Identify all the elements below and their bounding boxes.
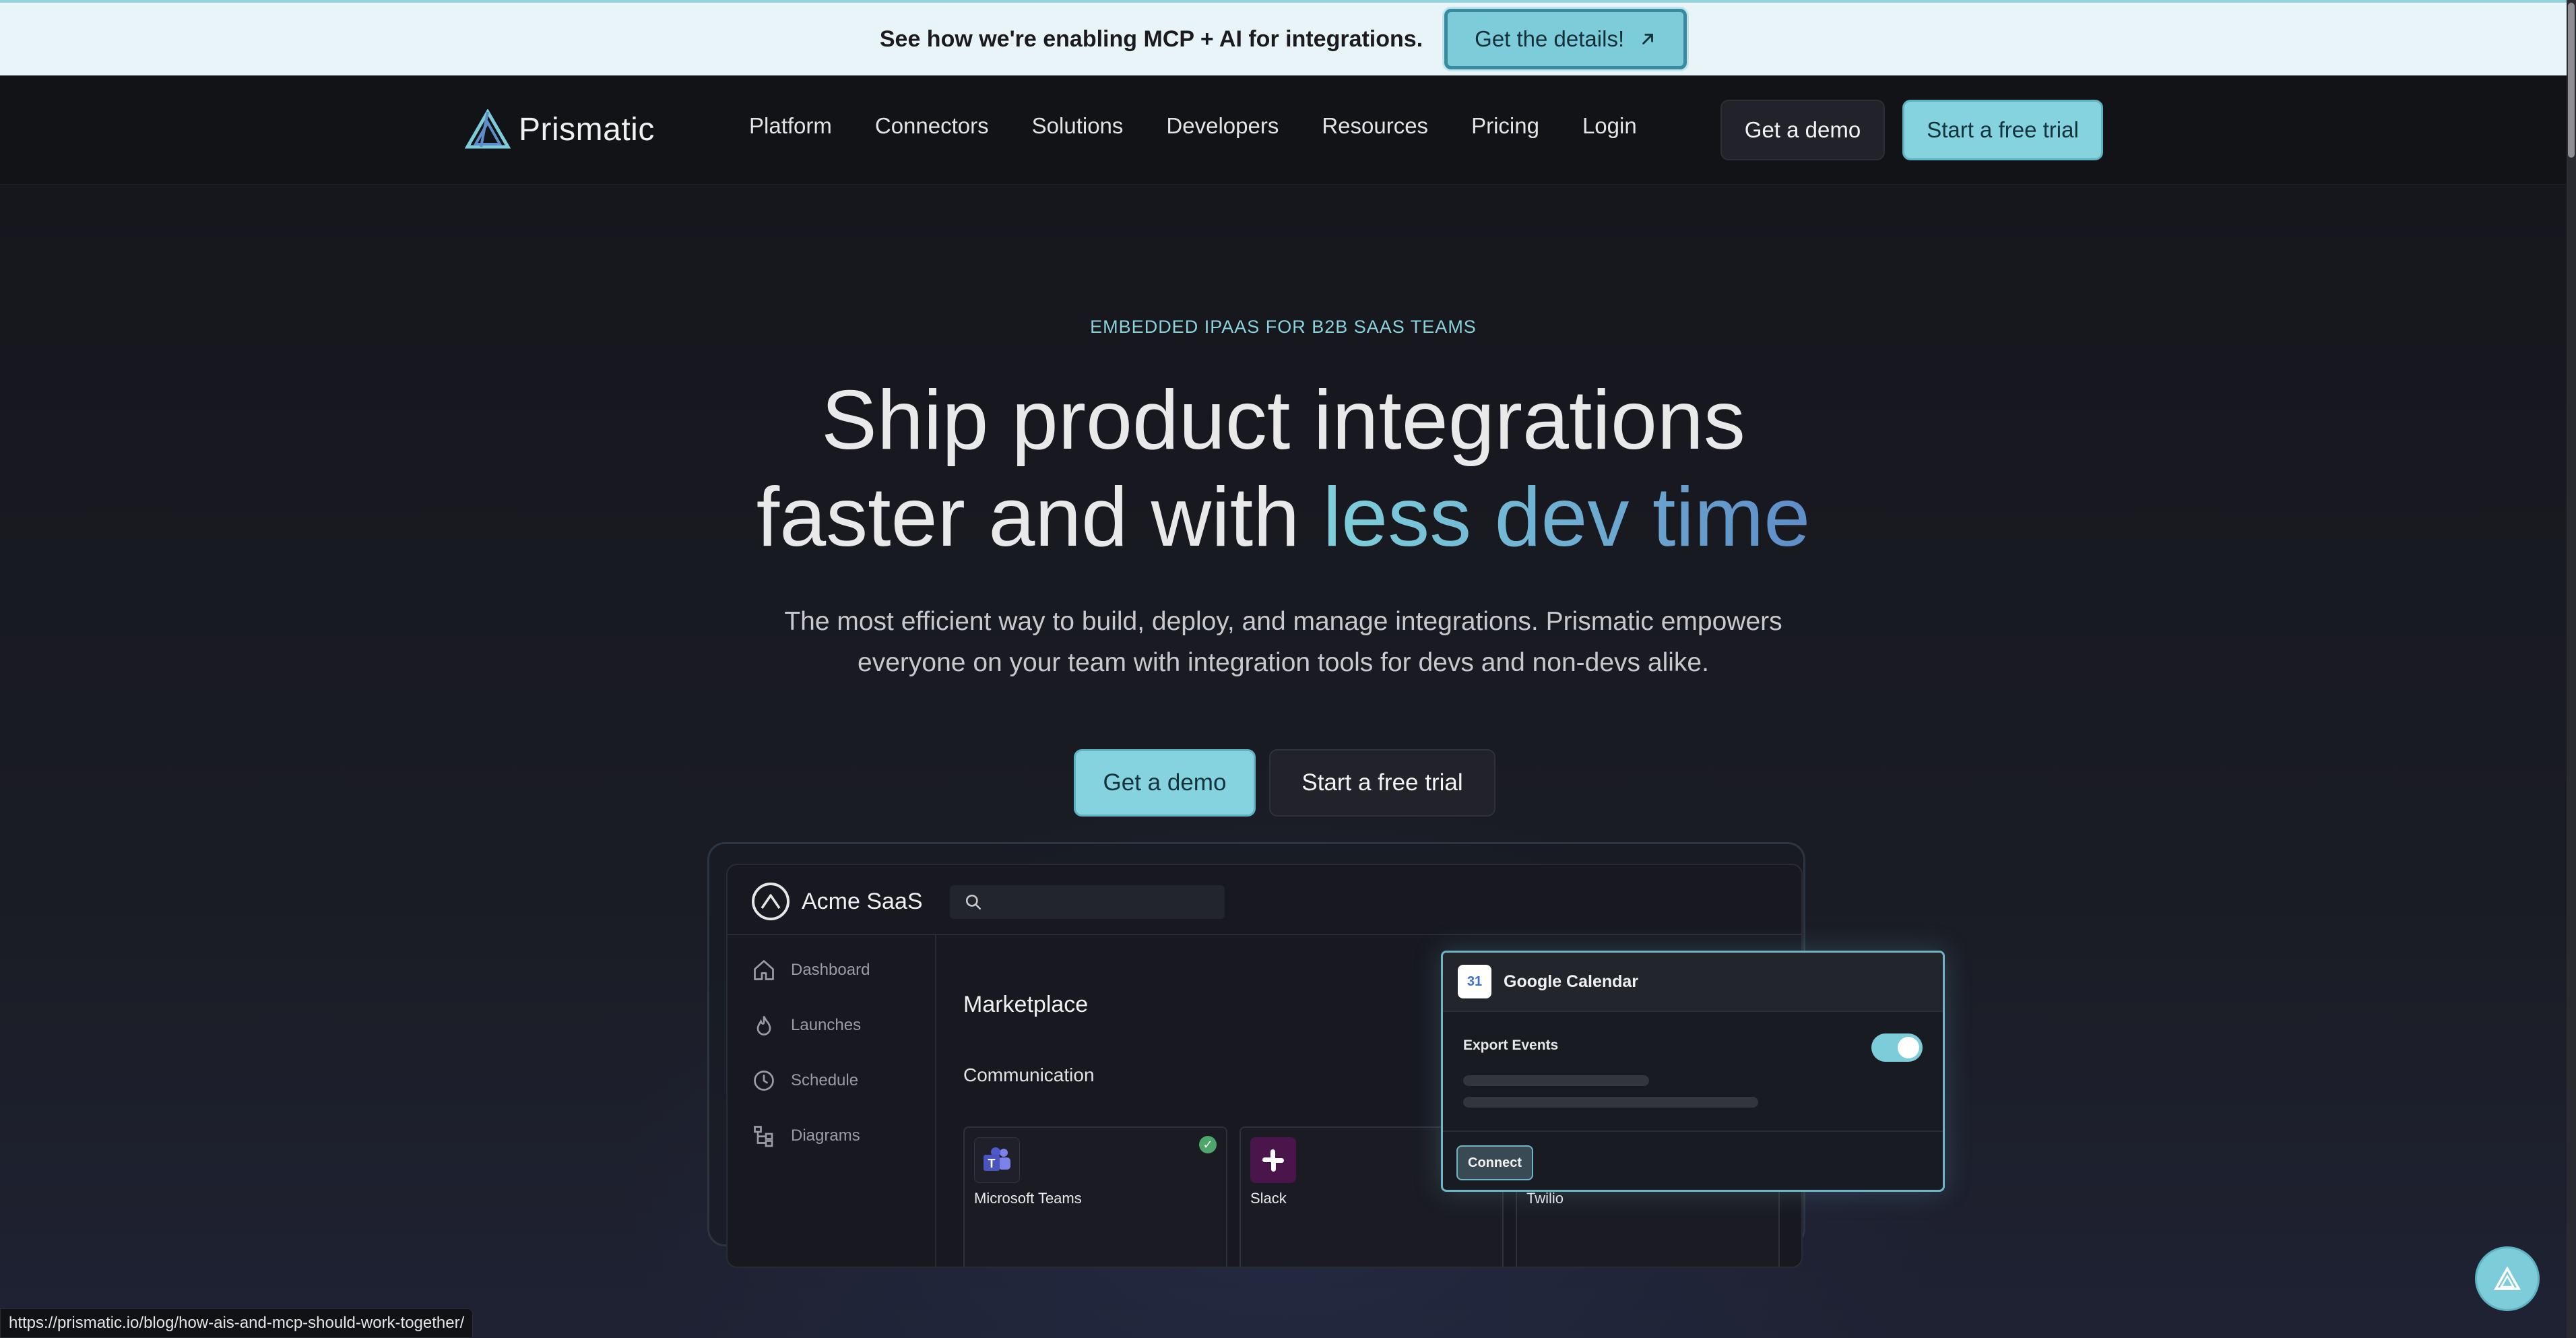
nav-link-login[interactable]: Login [1582,113,1637,139]
scrollbar-thumb[interactable] [2568,3,2575,158]
chat-launcher-button[interactable] [2475,1246,2540,1311]
get-details-button[interactable]: Get the details! [1444,9,1687,69]
prismatic-logo[interactable]: Prismatic [465,108,655,151]
hero-subhead: The most efficient way to build, deploy,… [784,607,1782,677]
mockup-logo: Acme SaaS [752,883,923,920]
placeholder-line [1463,1097,1758,1108]
main-nav: Prismatic Platform Connectors Solutions … [0,75,2567,185]
prismatic-logo-icon [465,109,511,149]
prismatic-chat-icon [2494,1267,2521,1290]
sidebar-item-label: Schedule [791,1071,859,1089]
home-icon [754,960,774,980]
nav-link-resources[interactable]: Resources [1322,113,1428,139]
banner-text: See how we're enabling MCP + AI for inte… [879,26,1423,52]
sidebar-item-label: Launches [791,1016,862,1034]
export-events-toggle[interactable] [1871,1033,1923,1062]
nav-link-pricing[interactable]: Pricing [1471,113,1539,139]
nav-links: Platform Connectors Solutions Developers… [749,113,1637,139]
headline-accent: less dev time [1322,471,1811,564]
toggle-knob [1898,1037,1919,1058]
mockup-search-input[interactable] [950,885,1225,919]
export-events-label: Export Events [1463,1038,1559,1053]
nav-link-connectors[interactable]: Connectors [875,113,989,139]
marketplace-title: Marketplace [963,992,1089,1017]
announcement-banner: See how we're enabling MCP + AI for inte… [0,0,2567,75]
hero-headline: Ship product integrations faster and wit… [0,372,2567,566]
clock-icon [754,1071,774,1091]
google-calendar-icon: 31 [1458,965,1491,998]
communication-section-title: Communication [963,1064,1095,1085]
nav-link-solutions[interactable]: Solutions [1032,113,1124,139]
connector-name: Twilio [1526,1190,1564,1207]
popover-title: Google Calendar [1504,971,1639,991]
popover-header: 31 Google Calendar [1443,953,1943,1012]
page-scrollbar[interactable] [2567,0,2576,1338]
headline-line-2: faster and with [756,471,1323,564]
hero-eyebrow: EMBEDDED IPAAS FOR B2B SAAS TEAMS [1090,317,1477,337]
headline-line-1: Ship product integrations [821,374,1745,467]
diagram-icon [754,1126,773,1147]
microsoft-teams-icon: T [974,1137,1020,1183]
get-details-label: Get the details! [1475,26,1625,51]
flame-icon [756,1015,771,1036]
sidebar-item-label: Dashboard [791,961,870,979]
hero-get-demo-button[interactable]: Get a demo [1074,749,1256,817]
sidebar-item-label: Diagrams [791,1126,860,1145]
nav-link-developers[interactable]: Developers [1166,113,1279,139]
svg-text:T: T [988,1157,996,1170]
slack-icon [1250,1137,1296,1183]
mockup-sidebar: Dashboard Launches Schedule Diagrams [728,935,936,1267]
logo-text: Prismatic [519,111,655,148]
placeholder-line [1463,1075,1649,1086]
sidebar-item-dashboard[interactable]: Dashboard [752,958,870,982]
sidebar-item-schedule[interactable]: Schedule [752,1069,858,1093]
acme-logo-icon [752,883,790,920]
nav-link-platform[interactable]: Platform [749,113,832,139]
status-bar-url: https://prismatic.io/blog/how-ais-and-mc… [0,1308,474,1338]
arrow-up-right-icon [1642,34,1654,44]
installed-check-icon: ✓ [1199,1136,1217,1153]
sidebar-item-diagrams[interactable]: Diagrams [752,1124,860,1148]
nav-start-trial-button[interactable]: Start a free trial [1902,100,2103,160]
connect-button[interactable]: Connect [1456,1145,1533,1180]
search-icon [965,894,981,910]
nav-get-demo-button[interactable]: Get a demo [1720,100,1885,160]
hero-start-trial-button[interactable]: Start a free trial [1269,749,1495,817]
sidebar-item-launches[interactable]: Launches [752,1013,861,1038]
popover-divider [1443,1130,1943,1132]
mockup-header: Acme SaaS [728,865,1801,935]
mockup-app-name: Acme SaaS [802,888,923,914]
connector-name: Microsoft Teams [974,1190,1082,1207]
google-calendar-popover: 31 Google Calendar Export Events Connect [1441,951,1945,1192]
connector-card-microsoft-teams[interactable]: T ✓ Microsoft Teams [963,1126,1227,1267]
connector-name: Slack [1250,1190,1287,1207]
